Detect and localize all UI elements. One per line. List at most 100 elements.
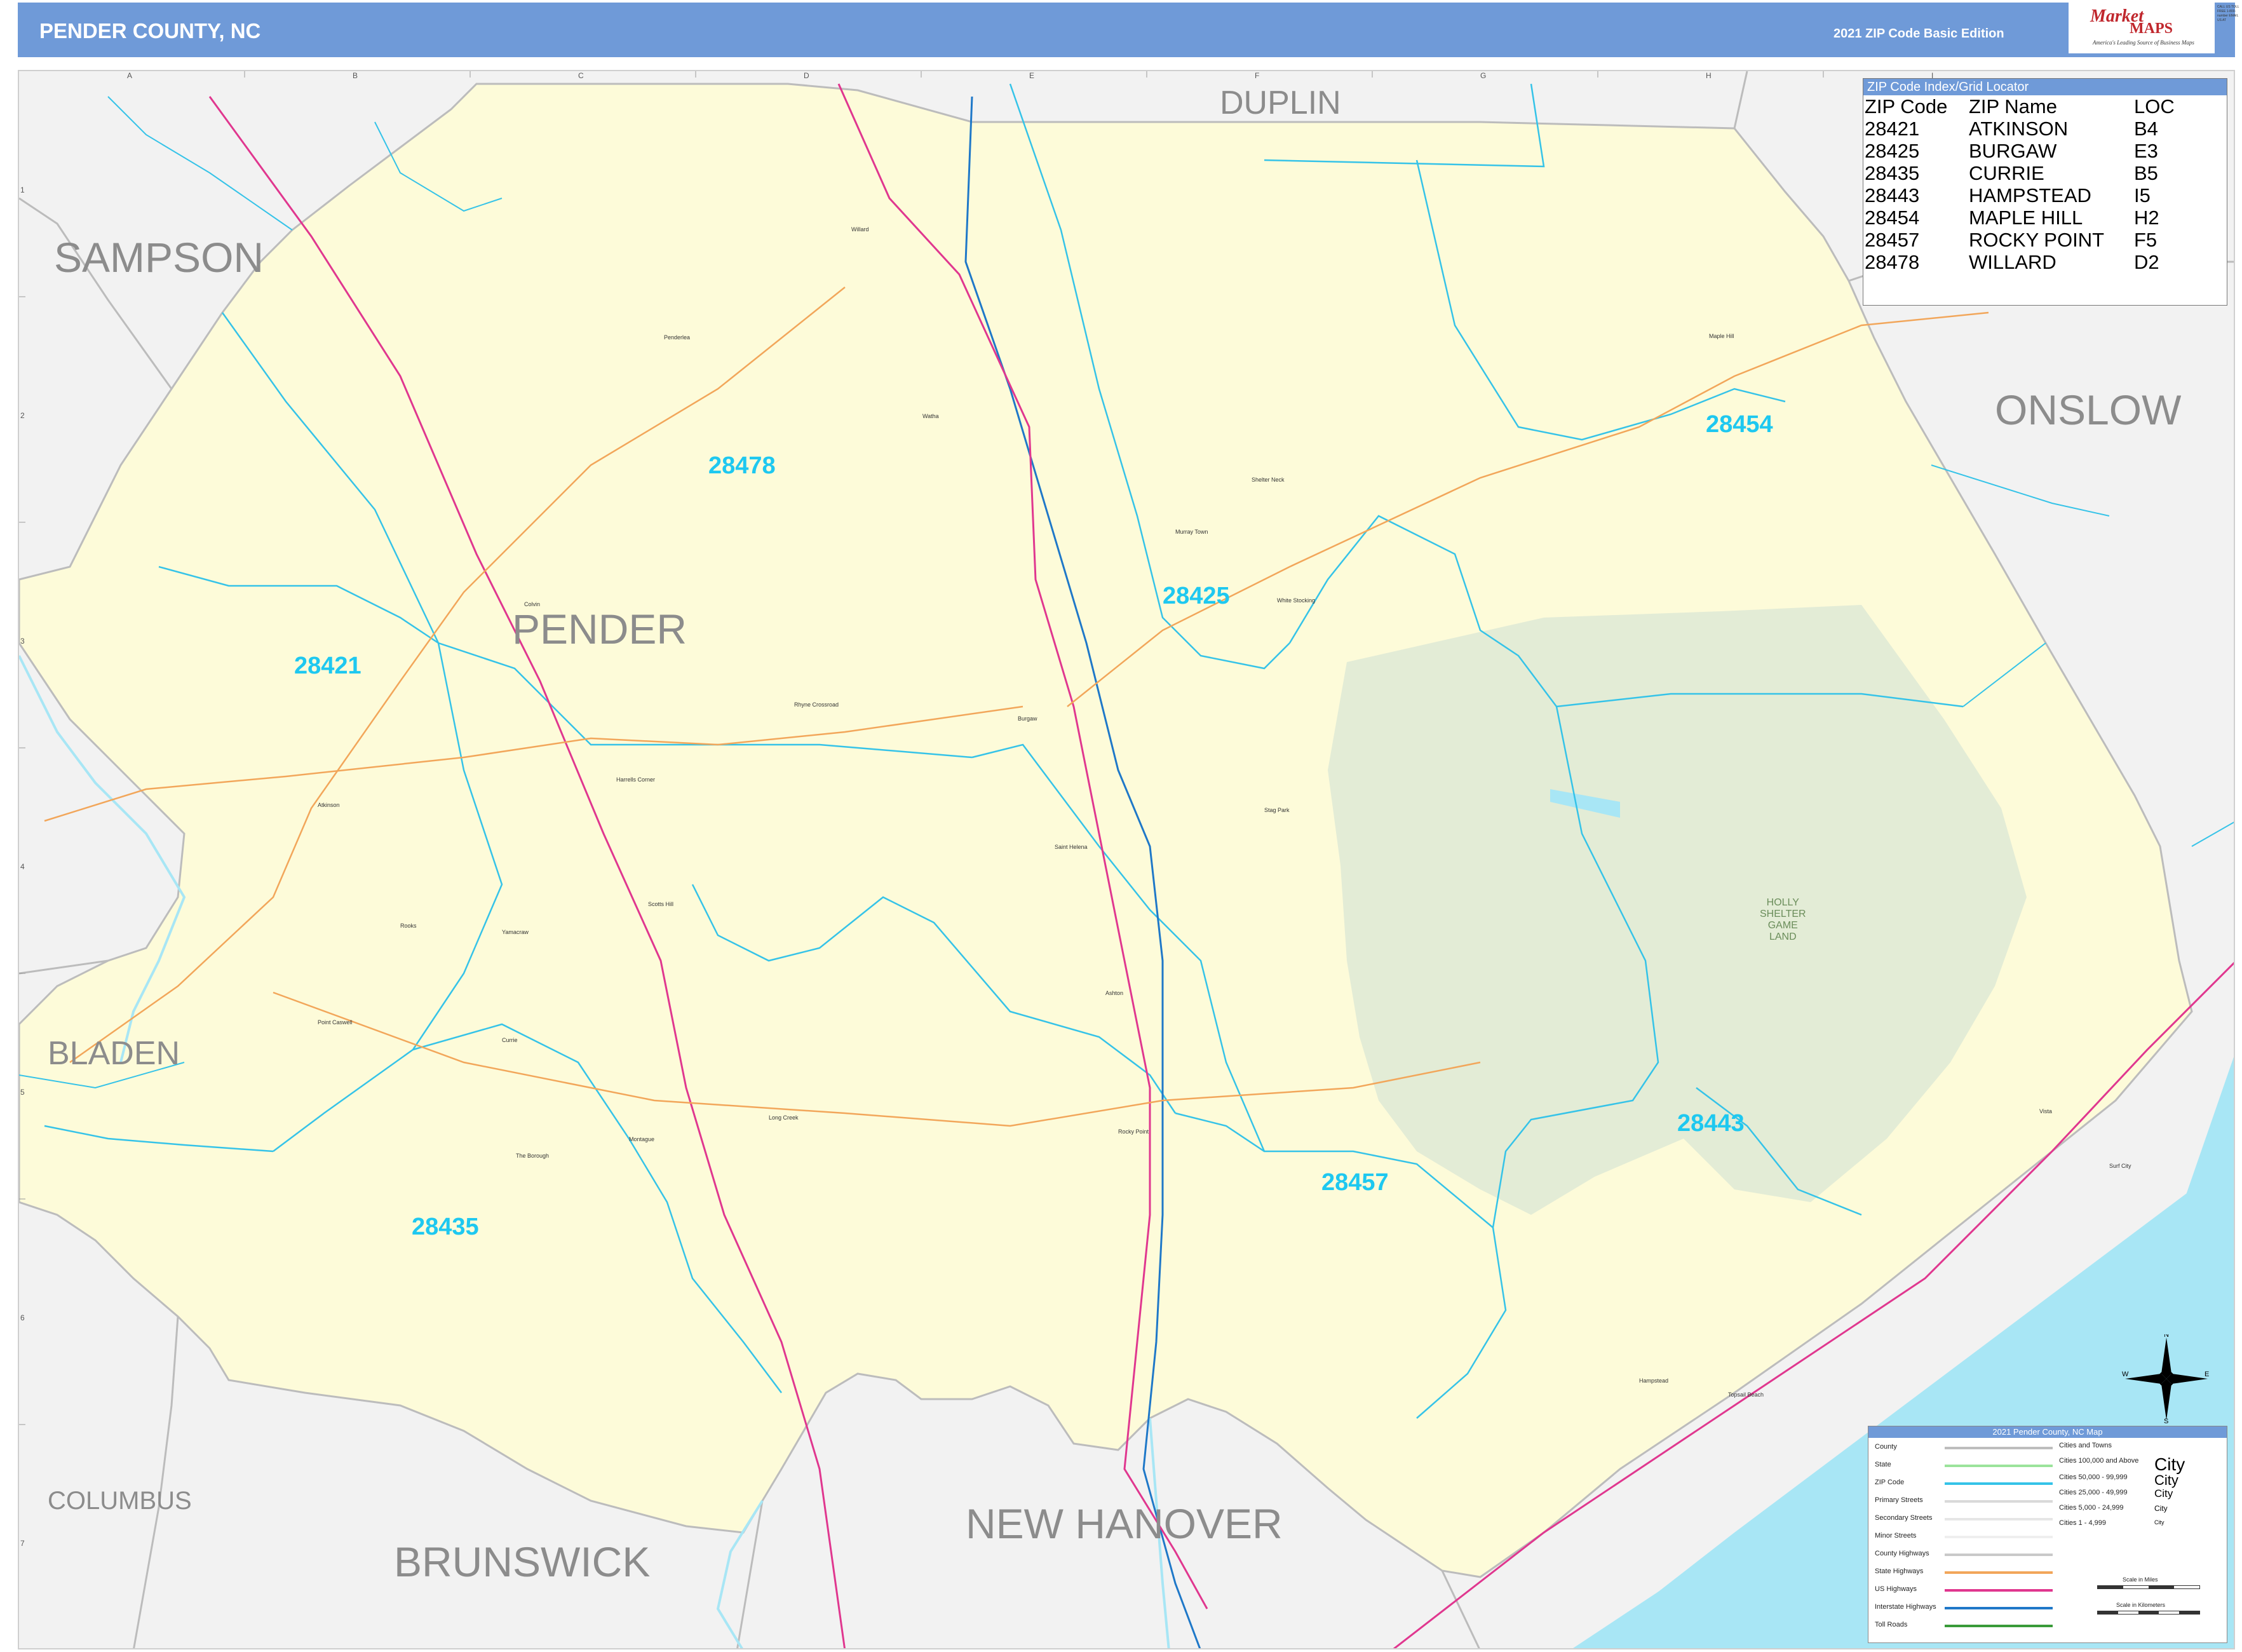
zip-cell: 28421 (1865, 118, 1920, 140)
legend-city-tier-2: Cities 50,000 - 99,999 (2059, 1473, 2128, 1481)
zip-name-cell: HAMPSTEAD (1969, 184, 2091, 207)
legend-swatch (1945, 1536, 2053, 1538)
legend-city-tier-5: Cities 1 - 4,999 (2059, 1519, 2106, 1527)
place-the-borough[interactable]: The Borough (516, 1153, 549, 1159)
legend-item: State (1875, 1461, 1891, 1468)
zip-loc-cell: D2 (2134, 251, 2159, 273)
place-rhyne-crossroad[interactable]: Rhyne Crossroad (794, 701, 839, 708)
grid-col-h: H (1706, 71, 1712, 80)
county-label-duplin: DUPLIN (1220, 85, 1341, 121)
table-row[interactable]: 28457 ROCKY POINT F5 (1865, 229, 2177, 251)
legend-swatch (1945, 1482, 2053, 1485)
grid-col-d: D (804, 71, 809, 80)
zip-label-28435[interactable]: 28435 (412, 1214, 479, 1241)
county-label-bladen: BLADEN (48, 1035, 180, 1072)
legend-city-sample-2: City (2154, 1472, 2178, 1488)
legend-swatch (1945, 1571, 2053, 1574)
compass-e: E (2205, 1371, 2209, 1378)
place-hampstead[interactable]: Hampstead (1639, 1378, 1668, 1384)
place-harrells-corner[interactable]: Harrells Corner (616, 776, 655, 783)
table-row[interactable]: 28454 MAPLE HILL H2 (1865, 207, 2177, 229)
scale-bar-km (2097, 1611, 2200, 1615)
place-penderlea[interactable]: Penderlea (664, 334, 690, 341)
grid-col-b: B (353, 71, 358, 80)
legend-item: Interstate Highways (1875, 1603, 1936, 1611)
place-stag-park[interactable]: Stag Park (1264, 807, 1290, 813)
place-long-creek[interactable]: Long Creek (769, 1114, 799, 1121)
legend-swatch (1945, 1625, 2053, 1627)
place-burgaw[interactable]: Burgaw (1018, 715, 1037, 722)
county-label-sampson: SAMPSON (54, 234, 264, 281)
compass-rose-icon: N S W E (2122, 1334, 2209, 1423)
legend-city-sample-4: City (2154, 1504, 2168, 1513)
place-point-caswell[interactable]: Point Caswell (318, 1019, 353, 1026)
zip-index-table: ZIP Code ZIP Name LOC 28421 ATKINSON B4 28… (1865, 95, 2177, 273)
zip-name-cell: ATKINSON (1969, 118, 2069, 140)
legend-item: Minor Streets (1875, 1532, 1917, 1540)
legend-city-tier-3: Cities 25,000 - 49,999 (2059, 1489, 2128, 1496)
table-row[interactable]: 28478 WILLARD D2 (1865, 251, 2177, 273)
place-topsail-beach[interactable]: Topsail Beach (1728, 1391, 1764, 1398)
place-willard[interactable]: Willard (851, 226, 869, 233)
logo-tagline: America's Leading Source of Business Map… (2093, 39, 2194, 46)
place-surf-city[interactable]: Surf City (2109, 1163, 2131, 1169)
legend-swatch (1945, 1500, 2053, 1503)
zip-index-header-zip: ZIP Code (1865, 95, 1948, 118)
zip-label-28443[interactable]: 28443 (1677, 1110, 1745, 1137)
edition-label: 2021 ZIP Code Basic Edition (1833, 27, 2004, 41)
legend-cities-heading: Cities and Towns (2059, 1442, 2112, 1449)
legend-item: State Highways (1875, 1567, 1924, 1575)
table-row[interactable]: 28425 BURGAW E3 (1865, 140, 2177, 162)
compass-n: N (2164, 1334, 2169, 1339)
county-label-pender: PENDER (512, 606, 687, 653)
place-vista[interactable]: Vista (2039, 1108, 2052, 1114)
legend-title: 2021 Pender County, NC Map (1868, 1426, 2227, 1438)
zip-label-28425[interactable]: 28425 (1163, 583, 1230, 610)
game-land-line2: SHELTER (1760, 909, 1806, 919)
table-row[interactable]: 28421 ATKINSON B4 (1865, 118, 2177, 140)
table-row[interactable]: 28443 HAMPSTEAD I5 (1865, 184, 2177, 207)
place-colvin[interactable]: Colvin (524, 601, 540, 607)
county-label-columbus: COLUMBUS (48, 1487, 192, 1515)
place-rooks[interactable]: Rooks (400, 923, 417, 929)
market-maps-logo[interactable]: Market MAPS America's Leading Source of … (2069, 3, 2215, 53)
legend-swatch (1945, 1554, 2053, 1556)
zip-label-28478[interactable]: 28478 (708, 452, 776, 480)
place-currie[interactable]: Currie (502, 1037, 518, 1043)
table-row[interactable]: 28435 CURRIE B5 (1865, 162, 2177, 184)
place-rocky-point[interactable]: Rocky Point (1118, 1128, 1149, 1135)
zip-cell: 28443 (1865, 184, 1920, 207)
zip-index-header-name: ZIP Name (1969, 95, 2057, 118)
zip-loc-cell: H2 (2134, 207, 2159, 229)
place-yamacraw[interactable]: Yamacraw (502, 929, 529, 935)
zip-label-28421[interactable]: 28421 (294, 653, 361, 680)
place-white-stocking[interactable]: White Stocking (1277, 597, 1315, 604)
zip-cell: 28457 (1865, 229, 1920, 251)
map-legend: 2021 Pender County, NC Map County State ZI… (1868, 1426, 2227, 1643)
legend-swatch (1945, 1607, 2053, 1609)
zip-label-28454[interactable]: 28454 (1706, 411, 1773, 438)
legend-swatch (1945, 1447, 2053, 1449)
zip-index-panel: ZIP Code Index/Grid Locator ZIP Code ZIP… (1863, 78, 2227, 306)
map-frame[interactable]: SAMPSON DUPLIN ONSLOW BLADEN COLUMBUS B R… (18, 70, 2235, 1649)
legend-swatch (1945, 1518, 2053, 1520)
zip-loc-cell: F5 (2134, 229, 2158, 251)
place-montague[interactable]: Montague (629, 1136, 654, 1142)
place-watha[interactable]: Watha (922, 413, 939, 419)
place-shelter-neck[interactable]: Shelter Neck (1252, 477, 1285, 483)
place-maple-hill[interactable]: Maple Hill (1709, 333, 1734, 339)
place-scotts-hill[interactable]: Scotts Hill (648, 901, 673, 907)
legend-scale-miles: Scale in Miles (2123, 1576, 2158, 1583)
zip-loc-cell: B4 (2134, 118, 2158, 140)
place-saint-helena[interactable]: Saint Helena (1055, 844, 1088, 850)
place-atkinson[interactable]: Atkinson (318, 802, 340, 808)
place-ashton[interactable]: Ashton (1105, 990, 1123, 996)
place-murray-town[interactable]: Murray Town (1175, 529, 1208, 535)
legend-scale-km: Scale in Kilometers (2116, 1602, 2166, 1608)
zip-loc-cell: B5 (2134, 162, 2158, 184)
zip-label-28457[interactable]: 28457 (1321, 1169, 1389, 1196)
county-label-new-hanover: NEW HANOVER (966, 1500, 1283, 1547)
county-label-onslow: ONSLOW (1995, 386, 2182, 433)
grid-row-3: 3 (20, 637, 25, 646)
map-canvas (19, 71, 2234, 1648)
